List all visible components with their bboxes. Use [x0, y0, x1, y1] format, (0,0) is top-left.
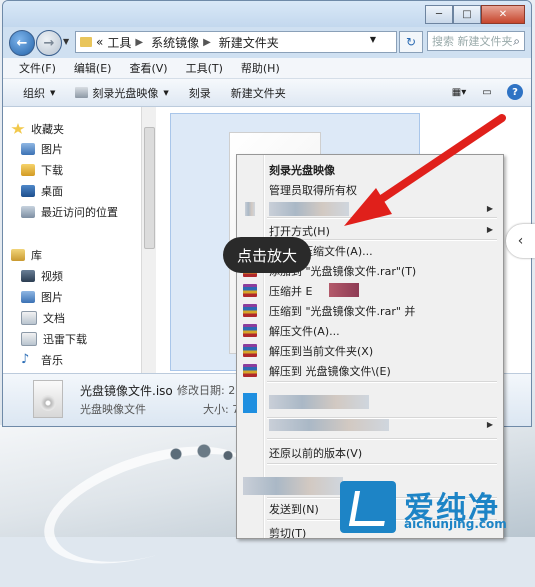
side-expand-tab[interactable]: ‹	[506, 224, 535, 258]
click-to-zoom-badge[interactable]: 点击放大	[223, 237, 311, 273]
site-watermark: 爱纯净 aichunjing.com	[340, 481, 532, 535]
watermark-url: aichunjing.com	[404, 517, 507, 531]
arrow-shaft	[364, 114, 506, 212]
logo-icon	[340, 481, 396, 533]
